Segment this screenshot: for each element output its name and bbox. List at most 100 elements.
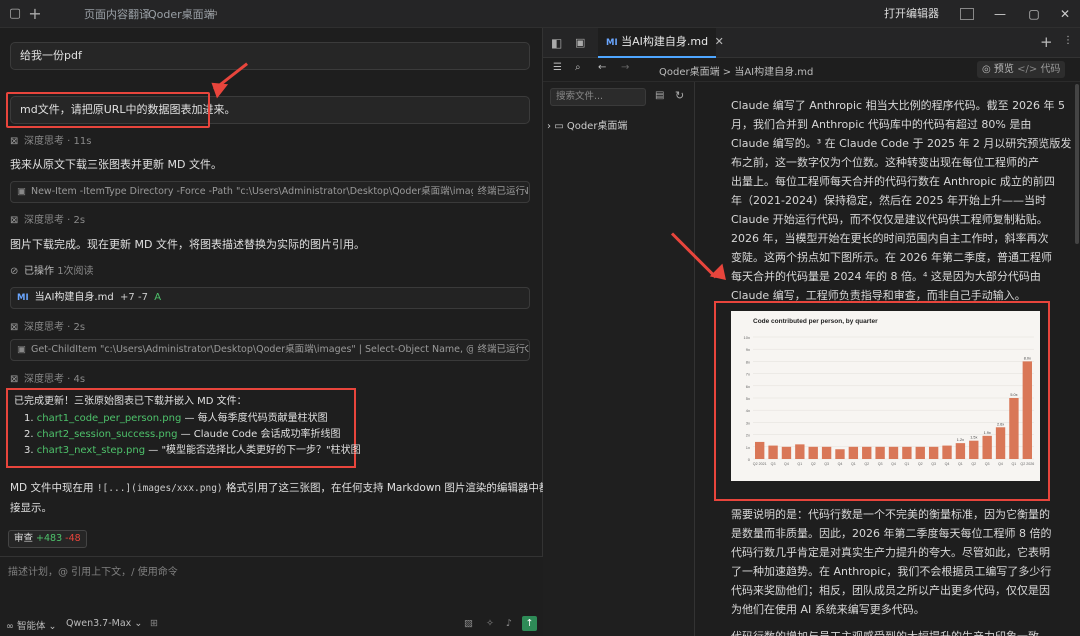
brain-icon: ⊠ bbox=[10, 215, 19, 226]
bar bbox=[768, 445, 778, 459]
search-icon[interactable]: ⌕ bbox=[575, 62, 581, 73]
terminal-panel-icon[interactable]: ▣ bbox=[575, 36, 585, 49]
send-button[interactable]: ↑ bbox=[522, 616, 537, 631]
markdown-preview: Claude 编写了 Anthropic 相当大比例的程序代码。截至 2026 … bbox=[731, 96, 1072, 305]
tab-markdown-file[interactable]: MI 当AI构建自身.md ✕ bbox=[598, 28, 724, 58]
preview-button[interactable]: 预览 bbox=[994, 64, 1014, 75]
x-tick-label: Q2 2026 bbox=[1020, 462, 1034, 466]
para2-line-2: 是数量而非质量。因此，2026 年第二季度每天每位工程师 8 倍的 bbox=[731, 527, 1052, 540]
sidebar-toggle-icon[interactable]: ▢ bbox=[6, 5, 24, 23]
markdown-icon: MI bbox=[17, 293, 29, 303]
para1-line-6: 年（2021-2024）保持稳定，然后在 2025 年开始上升——当时 bbox=[731, 194, 1046, 207]
x-tick-label: Q3 bbox=[771, 462, 776, 466]
layout-panel-icon[interactable]: ◧ bbox=[551, 36, 562, 50]
explorer-toggle-icon[interactable]: ☰ bbox=[553, 62, 562, 73]
review-additions: +483 bbox=[36, 533, 63, 544]
update-summary: 已完成更新！三张原始图表已下载并嵌入 MD 文件： 1. chart1_code… bbox=[6, 388, 361, 468]
chat-input-area[interactable]: 描述计划，@ 引用上下文，/ 使用命令 ∞ 智能体 ⌄ Qwen3.7-Max … bbox=[0, 556, 543, 636]
assistant-final-text-line2: 接显示。 bbox=[10, 502, 52, 514]
summary-title: 已完成更新！三张原始图表已下载并嵌入 MD 文件： bbox=[14, 396, 247, 407]
agent-mode-selector[interactable]: ∞ 智能体 ⌄ bbox=[6, 618, 56, 632]
sparkle-icon[interactable]: ✧ bbox=[486, 618, 494, 629]
breadcrumb[interactable]: Qoder桌面端 > 当AI构建自身.md bbox=[659, 63, 813, 78]
y-tick-label: 1x bbox=[746, 445, 750, 450]
user-message-1: 给我一份pdf bbox=[10, 42, 530, 70]
x-tick-label: Q3 bbox=[931, 462, 936, 466]
y-tick-label: 2x bbox=[746, 433, 750, 438]
assistant-final-text: MD 文件中现在用 ![...](images/xxx.png) 格式引用了这三… bbox=[10, 480, 570, 495]
bar bbox=[755, 441, 765, 459]
terminal-command-2[interactable]: ▣ Get-ChildItem "c:\Users\Administrator\D… bbox=[10, 339, 530, 361]
model-selector[interactable]: Qwen3.7-Max ⌄ bbox=[66, 618, 142, 629]
more-icon[interactable]: ⋮ bbox=[1063, 35, 1073, 46]
x-tick-label: Q2 2021 bbox=[753, 462, 767, 466]
operations-status[interactable]: ⊘ 已操作 1次阅读 bbox=[10, 262, 94, 277]
layout-icon[interactable] bbox=[960, 8, 974, 20]
folder-item[interactable]: › ▭ Qoder桌面端 bbox=[547, 117, 627, 132]
bar bbox=[821, 446, 832, 459]
para1-line-8: 2026 年，当模型开始在更长的时间范围内自主工作时，斜率再次 bbox=[731, 232, 1049, 245]
summary-item-2: 2. chart2_session_success.png — Claude C… bbox=[14, 427, 348, 443]
file-link-3[interactable]: chart3_next_step.png bbox=[37, 445, 145, 456]
thinking-status-3: ⊠ 深度思考 · 2s bbox=[10, 318, 85, 333]
assistant-text-1: 我来从原文下载三张图表并更新 MD 文件。 bbox=[10, 158, 222, 171]
bar-chart: Code contributed per person, by quarter 0… bbox=[744, 318, 1035, 466]
brain-icon: ⊠ bbox=[10, 136, 19, 147]
code-button[interactable]: 代码 bbox=[1040, 64, 1060, 75]
x-tick-label: Q4 bbox=[891, 462, 896, 466]
review-label: 审查 bbox=[14, 533, 34, 544]
chat-input[interactable]: 描述计划，@ 引用上下文，/ 使用命令 bbox=[8, 563, 178, 578]
minimize-icon[interactable]: — bbox=[990, 4, 1010, 24]
x-tick-label: Q2 bbox=[918, 462, 923, 466]
terminal-icon: ▣ bbox=[17, 344, 26, 355]
y-tick-label: 7x bbox=[746, 372, 750, 377]
tab-translate[interactable]: 页面内容翻译 bbox=[84, 6, 150, 22]
item-number: 3. bbox=[24, 445, 34, 456]
terminal-command-1[interactable]: ▣ New-Item -ItemType Directory -Force -Pa… bbox=[10, 181, 530, 203]
command-text-1: New-Item -ItemType Directory -Force -Pat… bbox=[30, 186, 530, 197]
preview-icon: ◎ bbox=[982, 64, 991, 75]
view-toggle[interactable]: ◎ 预览 </> 代码 bbox=[977, 61, 1066, 78]
paragraph-3: 代码行数的增加与员工主观感受到的大幅提升的生产力印象一致 bbox=[731, 627, 1061, 636]
review-chip[interactable]: 审查 +483 -48 bbox=[8, 530, 87, 548]
tab-title: 当AI构建自身.md bbox=[621, 35, 709, 48]
bar bbox=[995, 427, 1006, 459]
maximize-icon[interactable]: ▢ bbox=[1024, 4, 1044, 24]
folder-label: Qoder桌面端 bbox=[566, 121, 628, 132]
file-link-2[interactable]: chart2_session_success.png bbox=[37, 429, 178, 440]
add-tab-icon[interactable]: + bbox=[1040, 33, 1053, 51]
new-tab-icon[interactable]: + bbox=[26, 5, 44, 23]
forward-icon[interactable]: → bbox=[621, 62, 629, 73]
para2-line-4: 了一种加速趋势。在 Anthropic，我们不会根据员工编写了多少行 bbox=[731, 565, 1052, 578]
close-tab-icon[interactable]: ✕ bbox=[715, 35, 724, 48]
editor-toolbar: ☰ ⌕ ← → Qoder桌面端 > 当AI构建自身.md ◎ 预览 </> 代… bbox=[543, 58, 1080, 82]
file-link-1[interactable]: chart1_code_per_person.png bbox=[37, 413, 182, 424]
x-tick-label: Q1 bbox=[797, 462, 802, 466]
close-icon[interactable]: ✕ bbox=[1055, 4, 1075, 24]
bar bbox=[928, 446, 939, 459]
bar bbox=[835, 449, 845, 459]
para1-line-3: Claude 编写的。³ 在 Claude Code 于 2025 年 2 月以… bbox=[731, 137, 1072, 150]
context-icon[interactable]: ⊞ bbox=[150, 618, 158, 629]
thinking-label-2: 深度思考 · 2s bbox=[24, 215, 86, 226]
x-tick-label: Q2 bbox=[811, 462, 816, 466]
chart-image: Code contributed per person, by quarter 0… bbox=[731, 311, 1040, 481]
back-icon[interactable]: ← bbox=[598, 62, 606, 73]
thinking-label-1: 深度思考 · 11s bbox=[24, 136, 92, 147]
markdown-icon: MI bbox=[606, 38, 618, 48]
refresh-icon[interactable]: ↻ bbox=[675, 89, 684, 102]
mic-icon[interactable]: ♪ bbox=[506, 618, 512, 629]
open-editor-button[interactable]: 打开编辑器 bbox=[884, 5, 939, 23]
file-search-input[interactable]: 搜索文件... bbox=[550, 88, 646, 106]
x-tick-label: Q4 bbox=[784, 462, 789, 466]
file-change-chip[interactable]: MI 当AI构建自身.md +7 -7 A bbox=[10, 287, 530, 309]
x-tick-label: Q1 bbox=[851, 462, 856, 466]
highlight-box-message bbox=[6, 92, 210, 128]
operations-label: 已操作 bbox=[24, 266, 54, 277]
file-added-flag: A bbox=[154, 292, 162, 303]
collapse-icon[interactable]: ▤ bbox=[655, 90, 664, 101]
item-number: 1. bbox=[24, 413, 34, 424]
image-icon[interactable]: ▨ bbox=[464, 618, 473, 629]
paragraph-2: 需要说明的是：代码行数是一个不完美的衡量标准，因为它衡量的 是数量而非质量。因此，… bbox=[731, 505, 1061, 619]
editor-scrollbar[interactable] bbox=[1075, 84, 1079, 244]
